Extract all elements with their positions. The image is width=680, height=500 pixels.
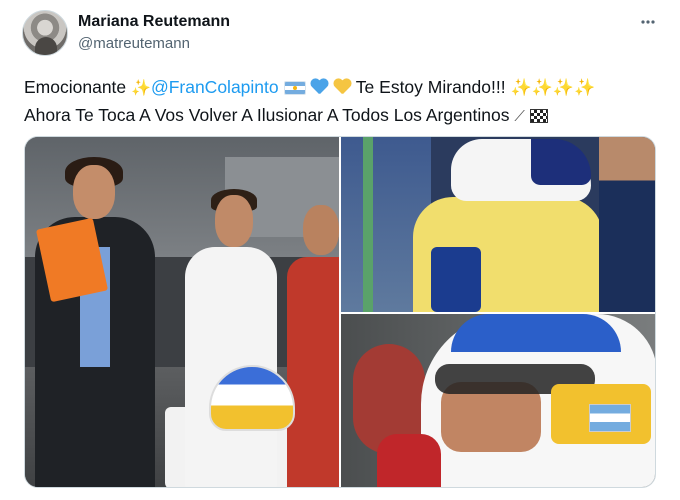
author-display-name[interactable]: Mariana Reutemann bbox=[78, 12, 230, 32]
photo-driver-putting-helmet[interactable] bbox=[341, 137, 655, 312]
tweet-text: Emocionante ✨@FranColapinto Te Estoy Mir… bbox=[24, 74, 664, 130]
text-segment: Ahora Te Toca A Vos Volver A Ilusionar A… bbox=[24, 105, 515, 125]
tweet-text-line-1: Emocionante ✨@FranColapinto Te Estoy Mir… bbox=[24, 74, 664, 102]
photo-driver-in-helmet[interactable] bbox=[341, 314, 655, 487]
mention-link[interactable]: @FranColapinto bbox=[151, 77, 279, 97]
avatar[interactable] bbox=[22, 10, 68, 56]
more-dots-svg bbox=[641, 20, 655, 24]
media-grid bbox=[24, 136, 656, 488]
argentina-flag-icon bbox=[283, 81, 306, 95]
blue-heart-icon bbox=[310, 79, 328, 95]
text-segment: Emocionante bbox=[24, 77, 132, 97]
dizzy-star-icon: ✨ bbox=[131, 80, 151, 97]
yellow-heart-icon bbox=[333, 79, 351, 95]
checkered-flag-icon bbox=[529, 109, 548, 123]
text-segment: Te Estoy Mirando!!! bbox=[355, 77, 511, 97]
more-dots-icon[interactable] bbox=[636, 10, 660, 34]
tweet-card[interactable]: Mariana Reutemann @matreutemann Emociona… bbox=[0, 0, 680, 500]
tweet-text-line-2: Ahora Te Toca A Vos Volver A Ilusionar A… bbox=[24, 102, 664, 130]
argentina-flag-icon bbox=[589, 404, 631, 432]
sparkles-icon: ✨✨✨✨ bbox=[510, 78, 596, 97]
author-handle[interactable]: @matreutemann bbox=[78, 34, 230, 54]
magic-wand-icon: ⟋ bbox=[514, 108, 525, 125]
photo-team-with-driver[interactable] bbox=[25, 137, 339, 487]
tweet-header: Mariana Reutemann @matreutemann bbox=[22, 8, 660, 58]
author-block[interactable]: Mariana Reutemann @matreutemann bbox=[78, 12, 230, 54]
